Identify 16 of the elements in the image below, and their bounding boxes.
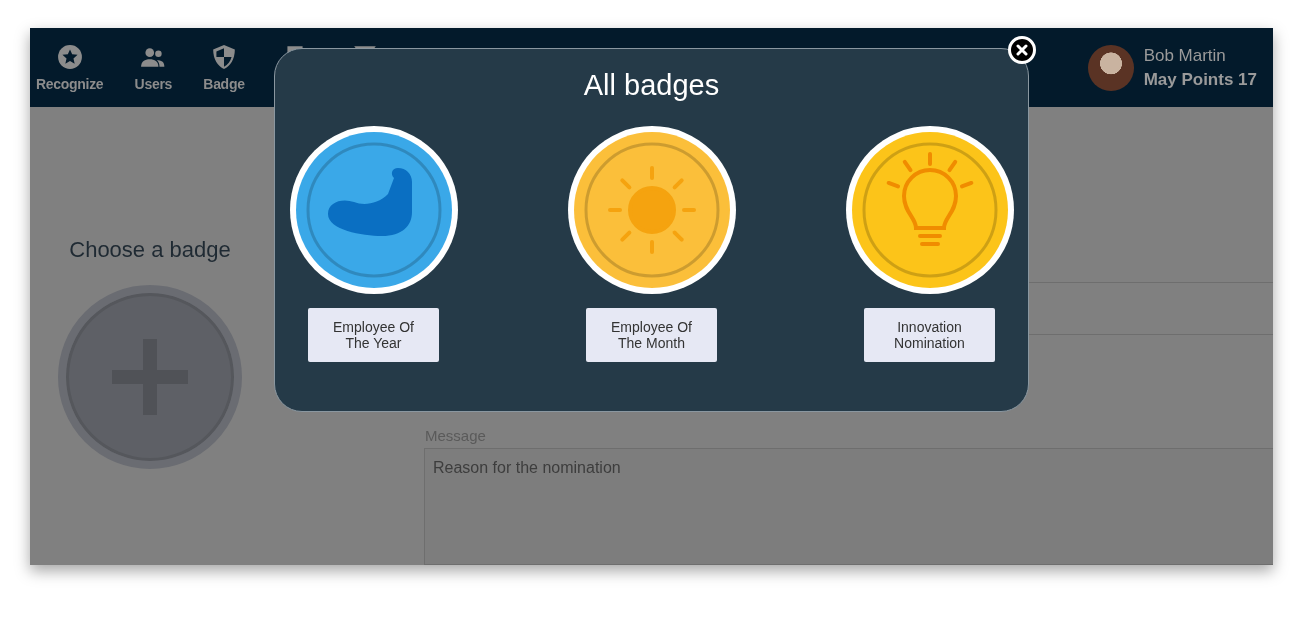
badge-label[interactable]: Employee Of The Month [586, 308, 717, 362]
shield-icon [210, 43, 237, 70]
sun-icon[interactable] [565, 124, 738, 296]
badge-label[interactable]: Innovation Nomination [864, 308, 995, 362]
badge-label[interactable]: Employee Of The Year [308, 308, 439, 362]
nav-link[interactable]: Users [134, 75, 173, 92]
arm-icon[interactable] [287, 124, 460, 296]
nav-link[interactable]: Recognize [36, 75, 104, 92]
nav-link[interactable]: Badge [203, 75, 245, 92]
close-icon [1016, 44, 1028, 56]
user-name: Bob Martin [1143, 44, 1227, 67]
section-heading: Choose a badge [69, 237, 231, 263]
dialog-title: All badges [583, 69, 720, 102]
message-field[interactable]: Reason for the nomination [424, 448, 1273, 565]
user-points: May Points 17 [1143, 68, 1257, 91]
lightbulb-icon[interactable] [843, 124, 1016, 296]
